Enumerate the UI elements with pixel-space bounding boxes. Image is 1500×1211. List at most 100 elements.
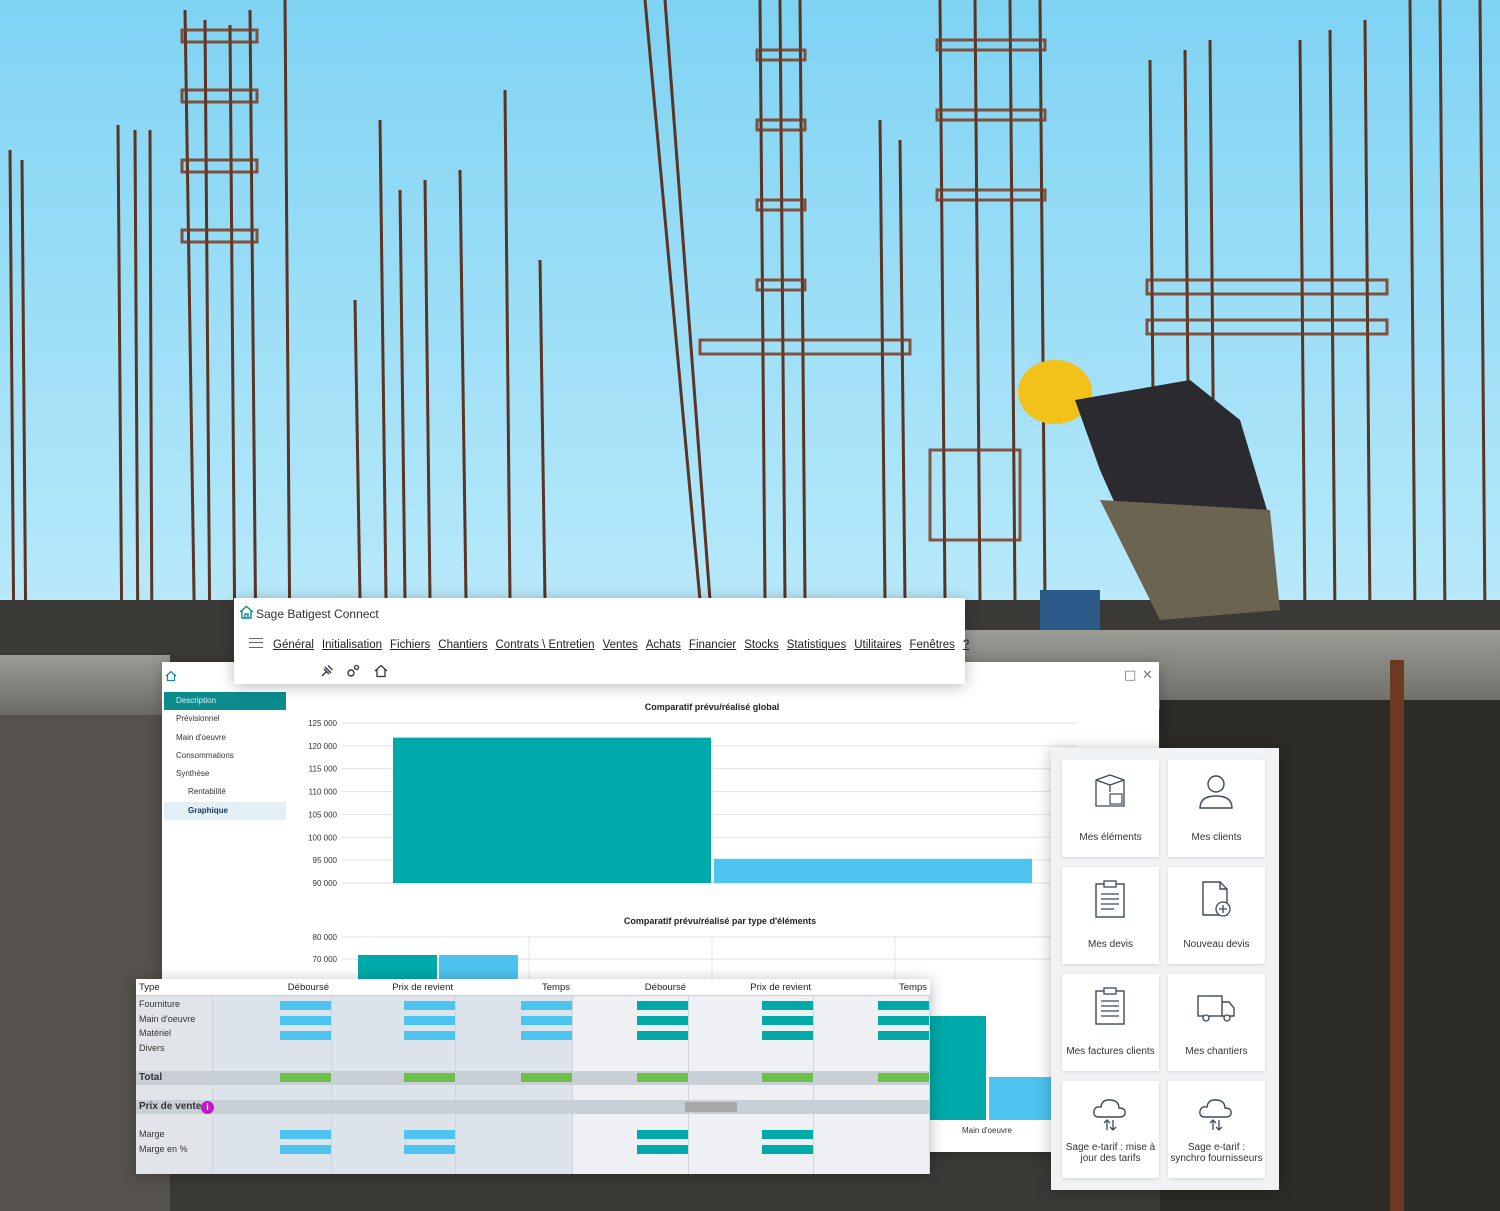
y-tick-label: 105 000 [308, 810, 337, 819]
value-placeholder [521, 1031, 572, 1040]
menu-item[interactable]: Initialisation [322, 639, 382, 651]
value-placeholder [762, 1031, 813, 1040]
grid-row-label: Marge [139, 1129, 165, 1139]
shortcut-tile[interactable]: Nouveau devis [1168, 867, 1265, 964]
menu-item[interactable]: Financier [689, 639, 736, 651]
nav-item[interactable]: Prévisionnel [164, 710, 286, 728]
value-placeholder [280, 1001, 331, 1010]
nav-item[interactable]: Rentabilité [164, 783, 286, 801]
value-placeholder [637, 1031, 688, 1040]
value-placeholder [280, 1031, 331, 1040]
y-tick-label: 95 000 [313, 856, 338, 865]
prix-de-vente-row [136, 1100, 930, 1114]
shortcut-tile[interactable]: Sage e-tarif : synchro fournisseurs [1168, 1081, 1265, 1178]
menu-item[interactable]: Achats [646, 639, 681, 651]
bar [714, 858, 1032, 883]
tile-label: Mes devis [1087, 938, 1133, 950]
side-navigation: Description Prévisionnel Main d'oeuvre Cons… [164, 692, 286, 821]
value-placeholder [521, 1073, 572, 1082]
shortcut-tile[interactable]: Mes devis [1062, 867, 1159, 964]
chart-title: Comparatif prévu/réalisé par type d'élém… [624, 916, 816, 926]
x-category-label: Main d'oeuvre [962, 1126, 1013, 1135]
shortcut-tile[interactable]: Mes éléments [1062, 760, 1159, 857]
info-icon[interactable]: i [201, 1101, 214, 1114]
grid-header-cell[interactable]: Temps [456, 982, 570, 993]
cloud-sync-icon [1199, 1099, 1232, 1131]
tile-label: Mes factures clients [1066, 1045, 1155, 1057]
home-icon[interactable] [165, 670, 177, 682]
grid-row-label: Fourniture [139, 999, 181, 1009]
grid-header-cell[interactable]: Déboursé [213, 982, 329, 993]
app-window: Sage Batigest Connect Général Initialisat… [234, 598, 969, 684]
tile-label: Nouveau devis [1183, 938, 1250, 950]
value-placeholder [637, 1130, 688, 1139]
grid-row-label: Marge en % [139, 1143, 188, 1154]
user-icon [1199, 775, 1233, 809]
y-tick-label: 120 000 [308, 742, 337, 751]
nav-item[interactable]: Graphique [164, 801, 286, 821]
nav-item[interactable]: Consommations [164, 747, 286, 765]
menu-item[interactable]: Général [273, 639, 314, 651]
nav-item[interactable]: Description [164, 692, 286, 711]
value-placeholder [280, 1016, 331, 1025]
app-title: Sage Batigest Connect [256, 607, 379, 621]
shortcut-tile[interactable]: Sage e-tarif : mise à jour des tarifs [1062, 1081, 1159, 1178]
y-tick-label: 90 000 [313, 879, 338, 888]
box-document-icon [1095, 774, 1125, 807]
y-tick-label: 125 000 [308, 719, 337, 728]
grid-header-cell[interactable]: Prix de revient [332, 982, 453, 993]
maximize-button[interactable]: □ [1124, 668, 1136, 683]
bar [989, 1077, 1053, 1120]
menu-item[interactable]: Fichiers [390, 639, 430, 651]
value-placeholder [878, 1073, 929, 1082]
nav-item[interactable]: Main d'oeuvre [164, 729, 286, 747]
clipboard-icon [1095, 880, 1125, 918]
shortcut-tile[interactable]: Mes chantiers [1168, 974, 1265, 1071]
synthesis-grid: Type Déboursé Prix de revient Temps Déboursé… [136, 979, 930, 1174]
grid-row-label: Divers [139, 1042, 165, 1053]
value-placeholder [404, 1016, 455, 1025]
grid-header-cell[interactable]: Déboursé [573, 982, 686, 993]
value-placeholder [521, 1016, 572, 1025]
menu-item[interactable]: Chantiers [438, 639, 487, 651]
value-placeholder [878, 1016, 929, 1025]
tile-label: Mes chantiers [1185, 1045, 1248, 1057]
tile-label: Sage e-tarif : synchro fournisseurs [1170, 1142, 1263, 1164]
value-placeholder [762, 1145, 813, 1154]
menu-item[interactable]: Statistiques [787, 639, 846, 651]
grid-header-cell[interactable]: Prix de revient [689, 982, 811, 993]
value-placeholder [404, 1001, 455, 1010]
grid-header-cell[interactable]: Type [139, 982, 160, 993]
settings-icon[interactable] [346, 664, 360, 678]
home-icon[interactable] [374, 664, 388, 678]
value-placeholder [280, 1073, 331, 1082]
menu-item[interactable]: Stocks [744, 639, 779, 651]
nav-item[interactable]: Synthèse [164, 765, 286, 783]
value-placeholder [762, 1016, 813, 1025]
grid-row-label: Prix de vente [139, 1101, 202, 1112]
menu-item[interactable]: ? [963, 639, 969, 651]
value-placeholder [878, 1031, 929, 1040]
pin-icon[interactable] [320, 664, 334, 678]
value-placeholder [637, 1073, 688, 1082]
close-button[interactable]: ✕ [1142, 668, 1153, 683]
value-placeholder [404, 1145, 455, 1154]
menu-item[interactable]: Utilitaires [854, 639, 901, 651]
value-placeholder [280, 1130, 331, 1139]
shortcut-tile[interactable]: Mes clients [1168, 760, 1265, 857]
grid-header-cell[interactable]: Temps [814, 982, 927, 993]
shortcut-tile[interactable]: Mes factures clients [1062, 974, 1159, 1071]
hamburger-menu-icon[interactable] [249, 638, 263, 648]
invoice-clipboard-icon [1095, 987, 1125, 1025]
value-placeholder [637, 1001, 688, 1010]
menu-item[interactable]: Ventes [603, 639, 638, 651]
value-placeholder [762, 1073, 813, 1082]
menu-item[interactable]: Contrats \ Entretien [496, 639, 595, 651]
y-tick-label: 100 000 [308, 833, 337, 842]
app-home-logo-icon [239, 605, 254, 619]
grid-header: Type Déboursé Prix de revient Temps Déboursé… [136, 979, 930, 996]
value-placeholder [404, 1130, 455, 1139]
menu-item[interactable]: Fenêtres [910, 639, 955, 651]
value-placeholder [637, 1145, 688, 1154]
y-tick-label: 110 000 [309, 788, 338, 797]
